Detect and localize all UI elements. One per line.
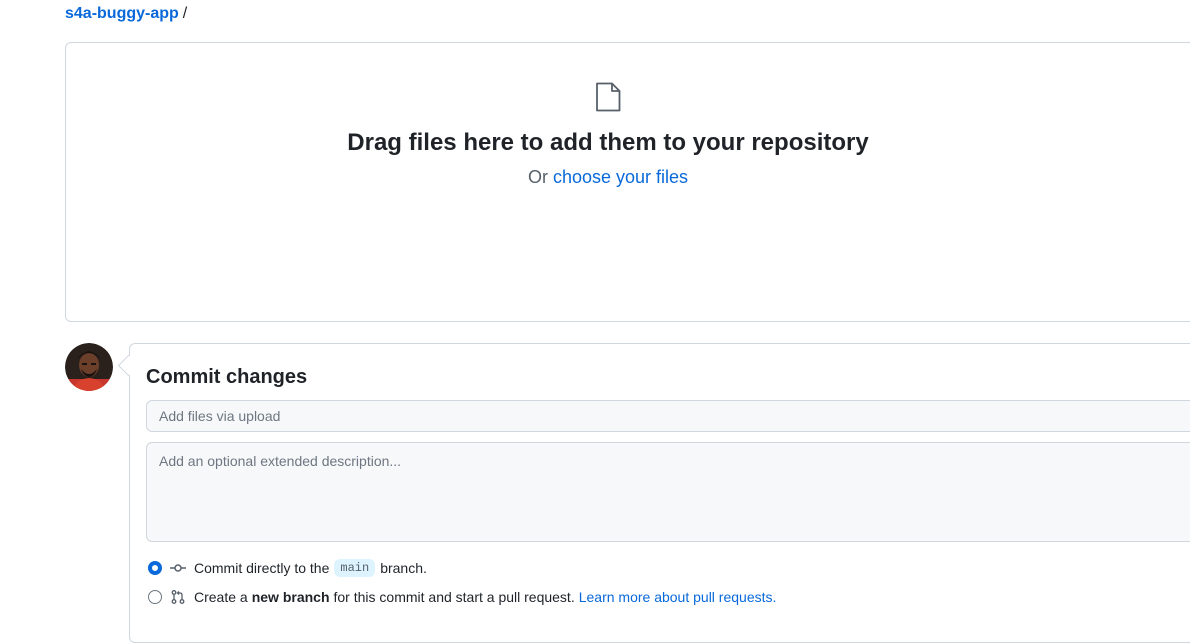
commit-title: Commit changes	[146, 366, 308, 388]
git-commit-icon	[170, 564, 186, 572]
commit-summary-input[interactable]	[146, 400, 1190, 432]
commit-direct-text: Commit directly to the	[194, 560, 330, 576]
dropzone-title: Drag files here to add them to your repo…	[347, 129, 869, 156]
new-branch-option[interactable]: Create a new branch for this commit and …	[148, 587, 776, 607]
breadcrumb: s4a-buggy-app /	[65, 4, 187, 24]
repo-link[interactable]: s4a-buggy-app	[65, 5, 179, 22]
commit-description-input[interactable]	[146, 442, 1190, 542]
dropzone-or-text: Or	[527, 167, 548, 187]
file-icon	[596, 82, 621, 112]
choose-files-link[interactable]: choose your files	[553, 167, 688, 187]
new-branch-radio[interactable]	[148, 590, 162, 604]
new-branch-prefix: Create a	[194, 589, 248, 605]
avatar[interactable]	[65, 343, 113, 391]
commit-direct-option[interactable]: Commit directly to the main branch.	[148, 558, 427, 578]
breadcrumb-separator: /	[182, 5, 188, 22]
commit-direct-radio[interactable]	[148, 561, 162, 575]
branch-name-badge: main	[334, 559, 376, 577]
new-branch-bold: new branch	[251, 589, 330, 605]
git-pull-request-icon	[171, 590, 185, 604]
dropzone-subtitle: Or choose your files	[0, 166, 1190, 188]
user-avatar	[65, 343, 113, 391]
learn-more-pull-requests-link[interactable]: Learn more about pull requests.	[579, 589, 777, 605]
new-branch-suffix: for this commit and start a pull request…	[333, 589, 575, 605]
commit-direct-suffix: branch.	[380, 560, 427, 576]
